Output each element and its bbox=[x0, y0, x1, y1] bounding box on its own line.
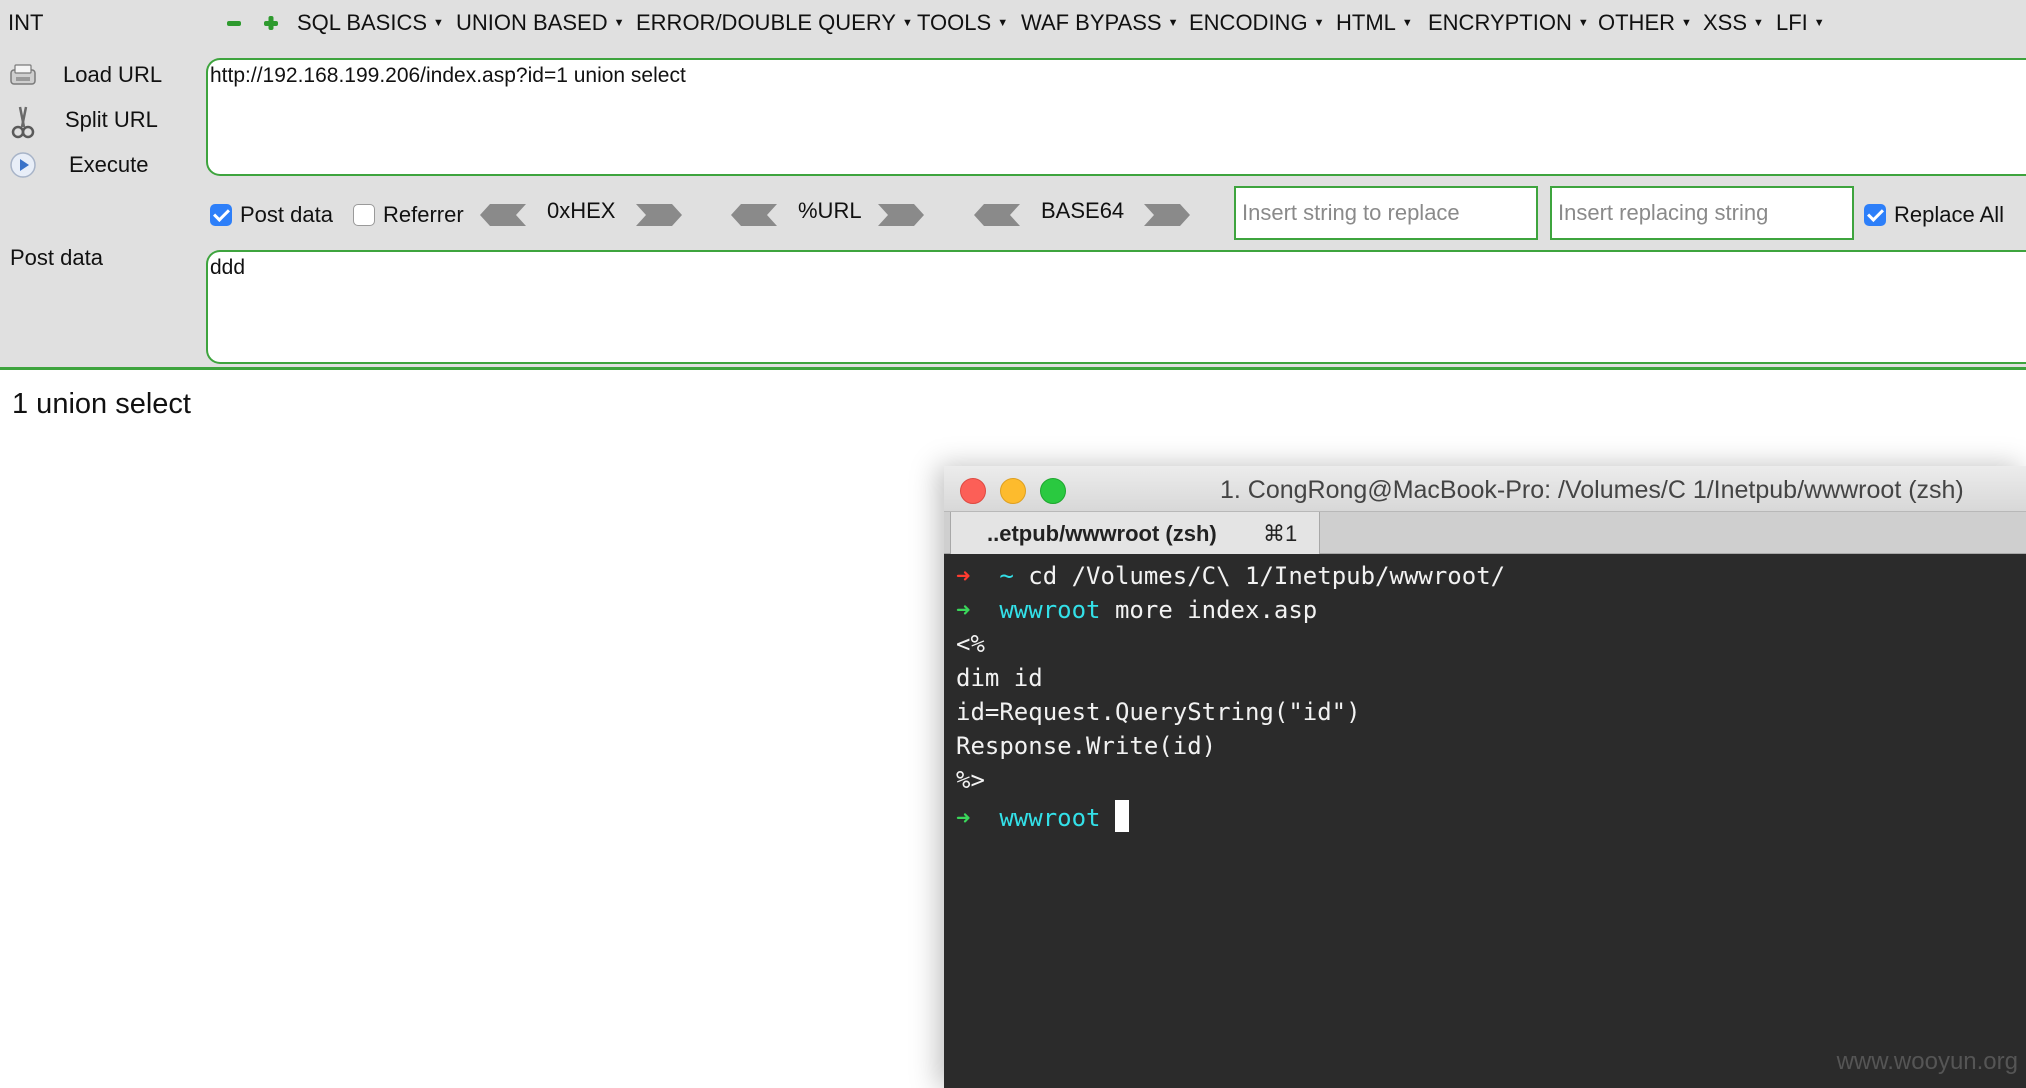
menu-label: SQL BASICS bbox=[297, 10, 428, 35]
menu-html[interactable]: HTML ▼ bbox=[1336, 10, 1413, 36]
caret-down-icon: ▼ bbox=[613, 17, 625, 29]
menu-label: LFI bbox=[1776, 10, 1808, 35]
replace-string-input[interactable]: Insert string to replace bbox=[1234, 186, 1538, 240]
terminal-line: %> bbox=[956, 766, 985, 794]
plus-icon[interactable] bbox=[262, 14, 280, 32]
menu-encoding[interactable]: ENCODING ▼ bbox=[1189, 10, 1324, 36]
caret-down-icon: ▼ bbox=[433, 17, 444, 29]
prompt-arrow-icon: ➜ bbox=[956, 596, 971, 624]
terminal-tab[interactable]: ..etpub/wwwroot (zsh) ⌘1 bbox=[950, 512, 1320, 554]
menu-error-double-query[interactable]: ERROR/DOUBLE QUERY ▼ bbox=[636, 10, 913, 36]
menu-label: ENCODING bbox=[1189, 10, 1308, 35]
caret-down-icon: ▼ bbox=[1681, 17, 1692, 29]
caret-down-icon: ▼ bbox=[1753, 17, 1764, 29]
terminal-line: ➜ wwwroot more index.asp bbox=[956, 596, 1317, 630]
hex-label: 0xHEX bbox=[547, 198, 616, 223]
command-text: more index.asp bbox=[1100, 596, 1318, 624]
load-url-icon bbox=[8, 60, 38, 90]
menu-tools[interactable]: TOOLS ▼ bbox=[917, 10, 1008, 36]
terminal-line: ➜ ~ cd /Volumes/C\ 1/Inetpub/wwwroot/ bbox=[956, 562, 1505, 596]
menu-lfi[interactable]: LFI ▼ bbox=[1776, 10, 1825, 36]
prompt-dir: wwwroot bbox=[999, 596, 1101, 624]
terminal-title: 1. CongRong@MacBook-Pro: /Volumes/C 1/In… bbox=[1220, 476, 1964, 504]
prompt-arrow-icon: ➜ bbox=[956, 804, 971, 832]
caret-down-icon: ▼ bbox=[901, 17, 913, 29]
terminal-line: <% bbox=[956, 630, 985, 658]
referrer-checkbox-label: Referrer bbox=[383, 202, 464, 227]
base64-decode-arrow-icon[interactable] bbox=[974, 202, 1020, 228]
terminal-tab-shortcut: ⌘1 bbox=[1263, 521, 1298, 546]
menu-other[interactable]: OTHER ▼ bbox=[1598, 10, 1692, 36]
zoom-button[interactable] bbox=[1040, 478, 1066, 504]
menu-label: XSS bbox=[1703, 10, 1748, 35]
menu-sql-basics[interactable]: SQL BASICS ▼ bbox=[297, 10, 444, 36]
referrer-checkbox[interactable] bbox=[353, 204, 375, 226]
terminal-tabbar: ..etpub/wwwroot (zsh) ⌘1 bbox=[944, 512, 2026, 554]
menu-label: OTHER bbox=[1598, 10, 1675, 35]
caret-down-icon: ▼ bbox=[1313, 17, 1325, 29]
terminal-line: dim id bbox=[956, 664, 1043, 692]
play-icon bbox=[8, 150, 38, 180]
base64-label: BASE64 bbox=[1041, 198, 1125, 223]
post-data-label: Post data bbox=[10, 245, 103, 270]
replacing-string-input[interactable]: Insert replacing string bbox=[1550, 186, 1854, 240]
menu-label: WAF BYPASS bbox=[1021, 10, 1162, 35]
post-data-textarea[interactable]: ddd bbox=[206, 250, 2026, 364]
menu-label: UNION BASED bbox=[456, 10, 608, 35]
hackbar-toolbar: INT SQL BASICS ▼ UNION BASED ▼ ERROR/DOUBL… bbox=[0, 0, 2026, 370]
post-data-checkbox[interactable] bbox=[210, 204, 232, 226]
load-url-button[interactable]: Load URL bbox=[0, 56, 200, 96]
minimize-button[interactable] bbox=[1000, 478, 1026, 504]
terminal-line: Response.Write(id) bbox=[956, 732, 1217, 760]
load-url-label: Load URL bbox=[63, 62, 163, 87]
post-data-checkbox-label: Post data bbox=[240, 202, 333, 227]
url-label: %URL bbox=[798, 198, 862, 223]
int-label: INT bbox=[8, 10, 44, 35]
page-response-text: 1 union select bbox=[12, 388, 191, 420]
replace-all-label: Replace All bbox=[1894, 202, 2005, 227]
menu-encryption[interactable]: ENCRYPTION ▼ bbox=[1428, 10, 1589, 36]
terminal-line: ➜ wwwroot bbox=[956, 800, 1129, 834]
url-textarea[interactable]: http://192.168.199.206/index.asp?id=1 un… bbox=[206, 58, 2026, 176]
caret-down-icon: ▼ bbox=[1577, 17, 1589, 29]
minus-icon[interactable] bbox=[225, 14, 243, 32]
base64-encode-arrow-icon[interactable] bbox=[1144, 202, 1190, 228]
execute-label: Execute bbox=[69, 152, 149, 177]
terminal-titlebar[interactable]: 1. CongRong@MacBook-Pro: /Volumes/C 1/In… bbox=[944, 466, 2026, 512]
terminal-cursor bbox=[1114, 800, 1129, 832]
split-url-label: Split URL bbox=[65, 107, 158, 132]
menu-label: ERROR/DOUBLE QUERY bbox=[636, 10, 896, 35]
replace-all-checkbox[interactable] bbox=[1864, 204, 1886, 226]
menu-label: TOOLS bbox=[917, 10, 992, 35]
terminal-tab-label: ..etpub/wwwroot (zsh) bbox=[987, 521, 1217, 546]
menu-union-based[interactable]: UNION BASED ▼ bbox=[456, 10, 624, 36]
prompt-dir: ~ bbox=[999, 562, 1014, 590]
hex-decode-arrow-icon[interactable] bbox=[480, 202, 526, 228]
close-button[interactable] bbox=[960, 478, 986, 504]
terminal-window: 1. CongRong@MacBook-Pro: /Volumes/C 1/In… bbox=[944, 466, 2026, 1088]
command-text: cd /Volumes/C\ 1/Inetpub/wwwroot/ bbox=[1013, 562, 1506, 590]
caret-down-icon: ▼ bbox=[997, 17, 1009, 29]
caret-down-icon: ▼ bbox=[1813, 17, 1825, 29]
menu-label: ENCRYPTION bbox=[1428, 10, 1572, 35]
split-url-button[interactable]: Split URL bbox=[0, 101, 200, 141]
url-decode-arrow-icon[interactable] bbox=[731, 202, 777, 228]
prompt-dir: wwwroot bbox=[999, 804, 1101, 832]
caret-down-icon: ▼ bbox=[1167, 17, 1179, 29]
terminal-line: id=Request.QueryString("id") bbox=[956, 698, 1361, 726]
watermark: www.wooyun.org bbox=[1836, 1048, 2018, 1075]
url-encode-arrow-icon[interactable] bbox=[878, 202, 924, 228]
execute-button[interactable]: Execute bbox=[0, 146, 200, 186]
hackbar-menubar: INT SQL BASICS ▼ UNION BASED ▼ ERROR/DOUBL… bbox=[0, 0, 2026, 44]
scissors-icon bbox=[8, 105, 38, 139]
menu-waf-bypass[interactable]: WAF BYPASS ▼ bbox=[1021, 10, 1178, 36]
hex-encode-arrow-icon[interactable] bbox=[636, 202, 682, 228]
menu-label: HTML bbox=[1336, 10, 1396, 35]
terminal-body[interactable]: ➜ ~ cd /Volumes/C\ 1/Inetpub/wwwroot/ ➜ … bbox=[944, 554, 2026, 1088]
prompt-arrow-icon: ➜ bbox=[956, 562, 971, 590]
menu-xss[interactable]: XSS ▼ bbox=[1703, 10, 1764, 36]
caret-down-icon: ▼ bbox=[1401, 17, 1413, 29]
